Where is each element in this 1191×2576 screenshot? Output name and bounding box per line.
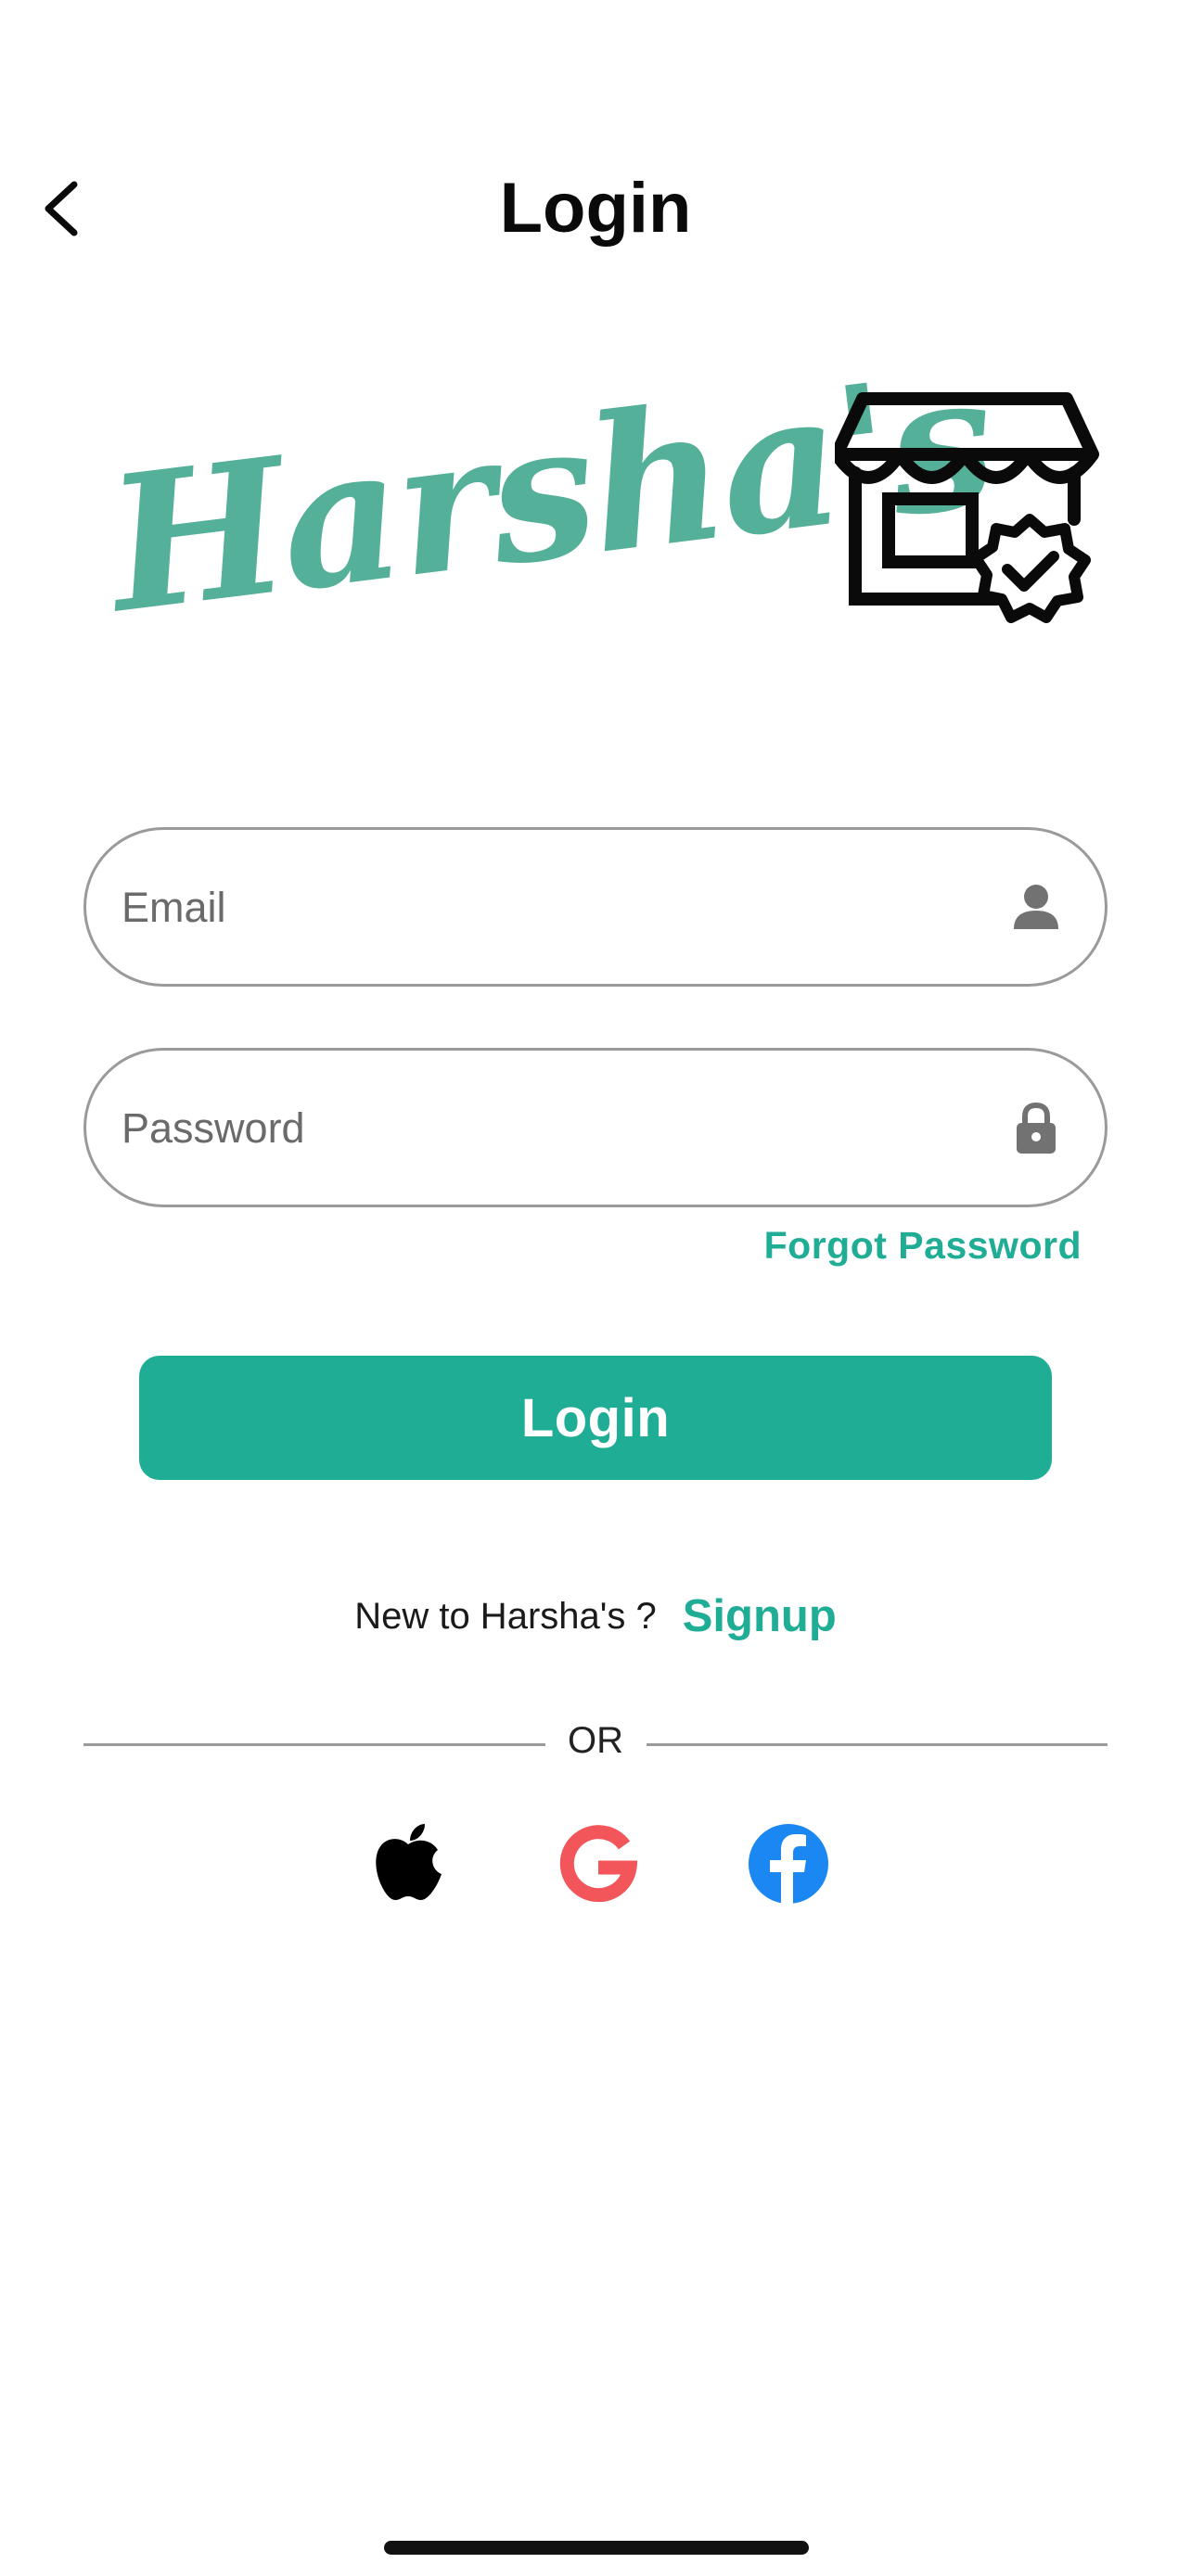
storefront-verified-icon [835,392,1099,623]
email-input[interactable] [120,830,995,986]
email-field[interactable] [83,827,1108,987]
divider-line-right [647,1743,1108,1746]
forgot-password-link[interactable]: Forgot Password [764,1224,1082,1268]
google-login-button[interactable] [552,1817,645,1910]
person-icon [1014,885,1058,929]
login-button[interactable]: Login [139,1356,1052,1480]
apple-login-button[interactable] [362,1817,455,1910]
page-title: Login [499,169,692,248]
facebook-login-button[interactable] [742,1817,835,1910]
brand-logo: Harsha's [98,331,1104,742]
signup-link[interactable]: Signup [683,1590,837,1642]
divider-line-left [83,1743,545,1746]
facebook-icon [749,1824,828,1906]
google-icon [559,1825,637,1903]
home-indicator [384,2541,809,2555]
lock-icon [1017,1102,1056,1154]
password-input[interactable] [120,1051,995,1206]
signup-prompt: New to Harsha's ? [354,1595,657,1637]
divider-label: OR [568,1720,623,1761]
apple-icon [376,1824,442,1900]
password-field[interactable] [83,1048,1108,1207]
signup-row: New to Harsha's ? Signup [0,1584,1191,1649]
